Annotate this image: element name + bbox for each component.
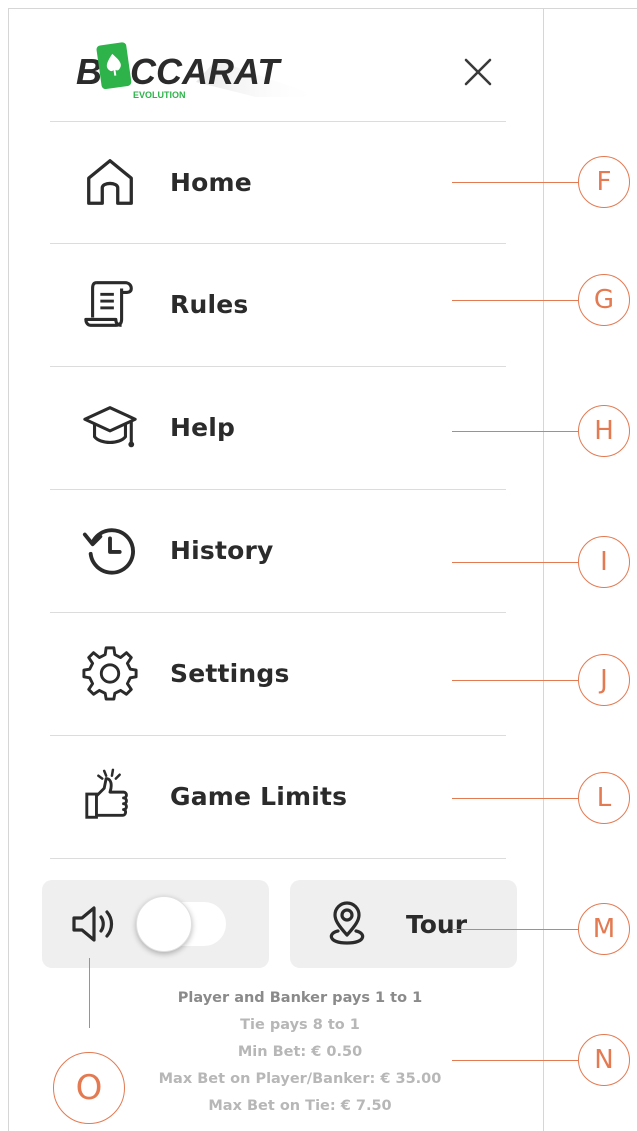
annotation-marker-o: O (53, 1052, 125, 1124)
annotation-line (452, 1060, 578, 1061)
game-limits-summary: Player and Banker pays 1 to 1 Tie pays 8… (100, 985, 500, 1120)
speaker-icon (72, 906, 114, 942)
logo-wordmark: CCARAT (130, 51, 282, 92)
annotation-marker-l: L (578, 772, 630, 824)
map-pin-icon (329, 901, 365, 945)
annotation-line (452, 680, 578, 681)
annotation-marker-f: F (578, 156, 630, 208)
thumbs-up-icon (50, 735, 170, 857)
menu-item-game-limits[interactable]: Game Limits (50, 735, 506, 857)
max-bet-player-banker-text: Max Bet on Player/Banker: € 35.00 (158, 1071, 442, 1087)
panel-edge-divider (543, 8, 544, 1131)
annotation-marker-j: J (578, 654, 630, 706)
menu-divider (50, 858, 506, 859)
menu-item-label: History (170, 535, 274, 565)
annotation-marker-n: N (578, 1034, 630, 1086)
gear-icon (50, 612, 170, 734)
tour-button[interactable]: Tour (290, 880, 517, 968)
menu-item-label: Game Limits (170, 781, 348, 811)
annotation-marker-g: G (578, 274, 630, 326)
min-bet-text: Min Bet: € 0.50 (237, 1044, 363, 1060)
sound-control-card (42, 880, 269, 968)
annotation-marker-h: H (578, 405, 630, 457)
tour-label: Tour (406, 909, 468, 939)
menu-item-label: Help (170, 412, 236, 442)
menu-item-label: Rules (170, 289, 249, 319)
menu-item-help[interactable]: Help (50, 366, 506, 488)
annotation-line (452, 929, 578, 930)
annotation-marker-i: I (578, 536, 630, 588)
menu-item-label: Settings (170, 658, 290, 688)
annotation-line (452, 562, 578, 563)
history-clock-icon (50, 489, 170, 611)
annotation-line (452, 798, 578, 799)
menu-item-settings[interactable]: Settings (50, 612, 506, 734)
scroll-document-icon (50, 243, 170, 365)
menu-item-history[interactable]: History (50, 489, 506, 611)
payout-tie-text: Tie pays 8 to 1 (240, 1017, 360, 1033)
payout-main-text: Player and Banker pays 1 to 1 (177, 990, 423, 1006)
annotation-marker-m: M (578, 903, 630, 955)
menu-item-label: Home (170, 167, 252, 197)
sound-toggle-knob[interactable] (136, 896, 192, 952)
menu-item-rules[interactable]: Rules (50, 243, 506, 365)
annotation-line (452, 182, 578, 183)
max-bet-tie-text: Max Bet on Tie: € 7.50 (208, 1098, 392, 1114)
close-button[interactable] (456, 50, 500, 94)
graduation-cap-icon (50, 366, 170, 488)
annotation-line (89, 958, 90, 1028)
menu-item-home[interactable]: Home (50, 121, 506, 243)
annotation-line (452, 300, 578, 301)
sound-toggle[interactable] (136, 896, 226, 952)
close-icon (464, 58, 492, 86)
logo-sub-label: EVOLUTION (133, 90, 186, 100)
house-icon (50, 121, 170, 243)
annotation-line (452, 431, 578, 432)
baccarat-logo: B CCARAT EVOLUTION (66, 42, 326, 104)
